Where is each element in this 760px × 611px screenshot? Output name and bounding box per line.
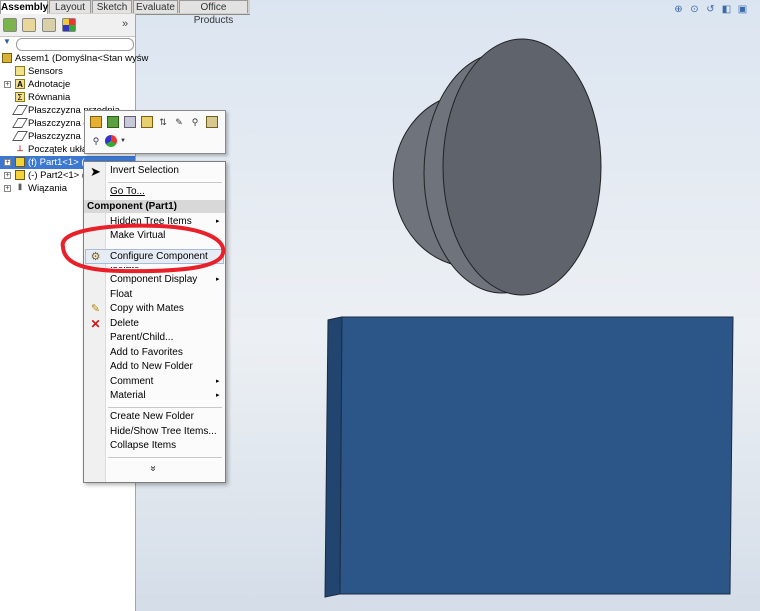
configure-component-icon: ⚙ — [90, 251, 101, 263]
expand-menu-icon[interactable]: » — [147, 466, 158, 472]
filter-icon[interactable]: ▼ — [3, 37, 11, 46]
cylinder-front-face[interactable] — [442, 38, 602, 296]
smart-mate-icon[interactable]: ⚲ — [189, 116, 201, 128]
collapse-panel-icon[interactable]: » — [122, 18, 128, 30]
tree-item-label: Równania — [28, 92, 71, 103]
tab-layout[interactable]: Layout — [49, 0, 91, 13]
previous-view-icon[interactable]: ↺ — [704, 3, 717, 16]
expand-icon[interactable]: + — [4, 172, 11, 179]
view-orientation-icon[interactable]: ▣ — [736, 3, 749, 16]
tree-item-label: Wiązania — [28, 183, 68, 194]
menu-item-make-virtual[interactable]: Make Virtual — [110, 229, 165, 243]
box-front-face[interactable] — [339, 316, 734, 595]
menu-separator — [108, 182, 222, 183]
menu-separator — [108, 407, 222, 408]
menu-item-delete[interactable]: Delete — [110, 317, 139, 331]
submenu-arrow-icon: ▸ — [216, 218, 220, 225]
plane-icon — [12, 118, 28, 128]
copy-with-mates-icon: ✎ — [90, 303, 101, 315]
menu-item-parent-child[interactable]: Parent/Child... — [110, 331, 173, 345]
change-transparency-icon[interactable] — [141, 116, 153, 128]
assembly-icon — [2, 53, 12, 63]
delete-icon: ✕ — [90, 317, 101, 331]
tree-item-label: Sensors — [28, 66, 63, 77]
submenu-arrow-icon: ▸ — [216, 378, 220, 385]
menu-item-configure-component[interactable]: Configure Component — [110, 250, 208, 264]
tab-assembly[interactable]: Assembly — [0, 0, 48, 14]
pin-icon[interactable]: ✎ — [173, 116, 185, 128]
tab-sketch[interactable]: Sketch — [92, 0, 132, 13]
open-part-icon[interactable] — [90, 116, 102, 128]
appearance-dropdown-icon[interactable]: ▼ — [117, 135, 129, 147]
menu-item-go-to[interactable]: Go To... — [110, 185, 145, 199]
property-manager-icon[interactable] — [22, 18, 36, 32]
filter-row: ▼ — [0, 37, 135, 51]
menu-item-hidden-tree-items[interactable]: Hidden Tree Items — [110, 215, 192, 229]
annotations-icon: A — [15, 79, 25, 89]
submenu-arrow-icon: ▸ — [216, 276, 220, 283]
filter-input[interactable] — [16, 38, 134, 51]
equations-icon: Σ — [15, 92, 25, 102]
mates-icon: ⦀ — [18, 183, 22, 192]
menu-section-header: Component (Part1) — [84, 200, 225, 213]
display-manager-icon[interactable] — [62, 18, 76, 32]
menu-item-collapse-items[interactable]: Collapse Items — [110, 439, 176, 453]
menu-separator — [108, 457, 222, 458]
menu-item-material[interactable]: Material — [110, 389, 146, 403]
appearance-icon[interactable] — [105, 135, 117, 147]
menu-item-float[interactable]: Float — [110, 288, 132, 302]
tab-office-products[interactable]: Office Products — [179, 0, 248, 26]
expand-icon[interactable]: + — [4, 185, 11, 192]
origin-icon: ⊥ — [16, 144, 24, 153]
edit-part-icon[interactable] — [107, 116, 119, 128]
zoom-area-icon[interactable]: ⊙ — [688, 3, 701, 16]
zoom-to-fit-icon[interactable]: ⊕ — [672, 3, 685, 16]
menu-item-invert-selection[interactable]: Invert Selection — [110, 164, 179, 178]
properties-icon[interactable] — [206, 116, 218, 128]
plane-icon — [12, 131, 28, 141]
model-view[interactable] — [136, 0, 760, 611]
submenu-arrow-icon: ▸ — [216, 392, 220, 399]
menu-item-create-new-folder[interactable]: Create New Folder — [110, 410, 194, 424]
menu-item-comment[interactable]: Comment — [110, 375, 153, 389]
menu-item-add-to-favorites[interactable]: Add to Favorites — [110, 346, 183, 360]
expand-icon[interactable]: + — [4, 81, 11, 88]
box-left-face[interactable] — [324, 316, 343, 598]
zoom-to-selection-icon[interactable]: ⚲ — [90, 135, 102, 147]
command-manager-tabs: Assembly Layout Sketch Evaluate Office P… — [0, 0, 250, 26]
panel-toolbar: » — [0, 14, 135, 37]
menu-item-copy-with-mates[interactable]: Copy with Mates — [110, 302, 184, 316]
part-icon — [15, 157, 25, 167]
context-toolbar: ⇅ ✎ ⚲ ⚲ ▼ — [84, 110, 226, 154]
menu-item-add-to-new-folder[interactable]: Add to New Folder — [110, 360, 193, 374]
cursor-icon: ➤ — [90, 164, 101, 179]
menu-item-component-display[interactable]: Component Display — [110, 273, 197, 287]
menu-item-hide-show-tree-items[interactable]: Hide/Show Tree Items... — [110, 425, 217, 439]
context-menu: ➤ Invert Selection Go To... Component (P… — [83, 161, 226, 483]
sensors-icon — [15, 66, 25, 76]
hide-component-icon[interactable] — [124, 116, 136, 128]
part-icon — [15, 170, 25, 180]
feature-tree-icon[interactable] — [3, 18, 17, 32]
expand-icon[interactable]: + — [4, 159, 11, 166]
tree-item-label: Assem1 (Domyślna<Stan wyśw — [15, 53, 149, 64]
tab-evaluate[interactable]: Evaluate — [133, 0, 178, 13]
sort-icon[interactable]: ⇅ — [157, 116, 169, 128]
tree-item-label: Adnotacje — [28, 79, 71, 90]
plane-icon — [12, 105, 28, 115]
graphics-viewport[interactable] — [136, 0, 760, 611]
configuration-manager-icon[interactable] — [42, 18, 56, 32]
section-view-icon[interactable]: ◧ — [720, 3, 733, 16]
